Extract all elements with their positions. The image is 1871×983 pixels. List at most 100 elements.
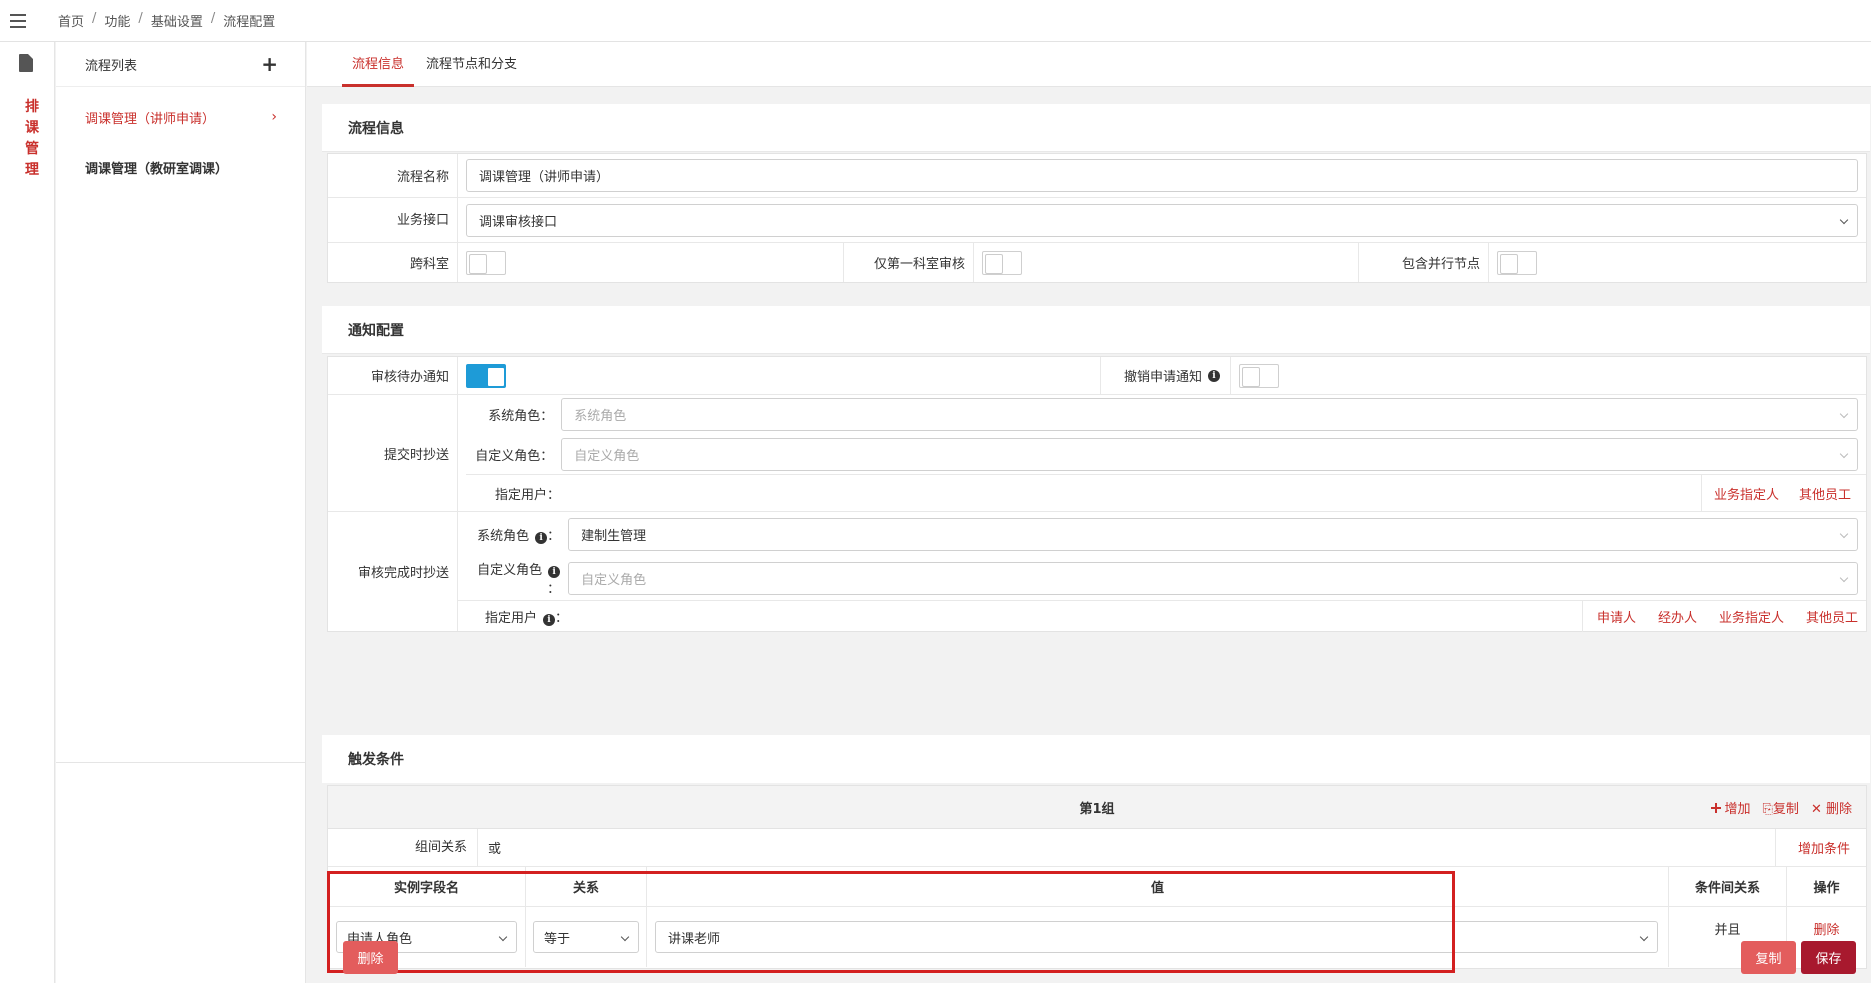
breadcrumb-current: 流程配置 bbox=[223, 15, 276, 30]
submit-sys-role-select[interactable]: 系统角色 bbox=[561, 398, 1858, 432]
other-staff-link[interactable]: 其他员工 bbox=[1806, 607, 1858, 626]
save-button[interactable]: 保存 bbox=[1801, 941, 1856, 974]
first-dept-label: 仅第一科室审核 bbox=[844, 243, 974, 282]
group-delete-button[interactable]: ✕ 删除 bbox=[1811, 798, 1852, 817]
group-delete-label: 删除 bbox=[1825, 801, 1852, 817]
group-relation-label: 组间关系 bbox=[328, 828, 478, 867]
cross-dept-toggle[interactable] bbox=[466, 250, 506, 275]
submit-sys-role-label: 系统角色： bbox=[488, 409, 554, 425]
group-relation-row: 组间关系 或 增加条件 bbox=[328, 828, 1866, 867]
document-icon[interactable] bbox=[19, 54, 33, 72]
rail-module-label[interactable]: 排课管理 bbox=[25, 97, 39, 181]
api-label: 业务接口 bbox=[328, 198, 458, 242]
tab-flow-info[interactable]: 流程信息 bbox=[342, 42, 415, 87]
done-sys-role-text: 系统角色 bbox=[477, 528, 530, 544]
breadcrumb-function[interactable]: 功能 bbox=[104, 11, 130, 30]
add-condition-cell: 增加条件 bbox=[1774, 828, 1866, 867]
form-row: 审核待办通知 撤销申请通知 i bbox=[328, 357, 1866, 395]
flow-info-form: 流程名称 调课管理（讲师申请） 业务接口 调课审核接口 跨科室 仅第一科室审核 … bbox=[327, 153, 1867, 283]
breadcrumb-settings[interactable]: 基础设置 bbox=[151, 11, 203, 30]
form-cell: 撤销申请通知 i bbox=[1100, 357, 1866, 394]
form-value bbox=[458, 243, 843, 282]
sub-row: 自定义角色 i： 自定义角色 bbox=[458, 556, 1866, 600]
add-condition-link[interactable]: 增加条件 bbox=[1798, 838, 1850, 857]
flow-list-item[interactable]: 调课管理（教研室调课） bbox=[56, 142, 305, 192]
group-copy-button[interactable]: ⎘复制 bbox=[1763, 798, 1799, 817]
group-add-button[interactable]: 增加 bbox=[1710, 798, 1751, 817]
flow-list-item-label: 调课管理（讲师申请） bbox=[85, 111, 216, 127]
form-value: 系统角色： 系统角色 自定义角色： 自定义角色 指定用户： 业务指定人 其他员工 bbox=[458, 395, 1866, 512]
api-select[interactable]: 调课审核接口 bbox=[466, 203, 1858, 237]
form-row: 业务接口 调课审核接口 bbox=[328, 198, 1866, 243]
flow-list-item[interactable]: 调课管理（讲师申请） › bbox=[56, 92, 305, 142]
condition-delete-link[interactable]: 删除 bbox=[1813, 919, 1839, 938]
cancel-notify-text: 撤销申请通知 bbox=[1123, 370, 1202, 385]
flow-name-input[interactable]: 调课管理（讲师申请） bbox=[466, 159, 1858, 192]
breadcrumb-separator: / bbox=[92, 11, 97, 26]
highlight-box bbox=[327, 871, 1455, 973]
submit-user-links: 业务指定人 其他员工 bbox=[1700, 474, 1866, 512]
sub-row: 自定义角色： 自定义角色 bbox=[458, 435, 1866, 475]
business-assignee-link[interactable]: 业务指定人 bbox=[1719, 607, 1784, 626]
business-assignee-link[interactable]: 业务指定人 bbox=[1714, 484, 1779, 503]
submit-cc-label: 提交时抄送 bbox=[328, 395, 458, 511]
add-flow-icon[interactable]: + bbox=[261, 52, 278, 76]
flow-list-panel: 流程列表 + 调课管理（讲师申请） › 调课管理（教研室调课） bbox=[56, 42, 306, 983]
info-icon[interactable]: i bbox=[535, 531, 548, 544]
col-between: 条件间关系 bbox=[1669, 867, 1787, 906]
copy-button[interactable]: 复制 bbox=[1741, 941, 1796, 974]
first-dept-toggle[interactable] bbox=[982, 250, 1022, 275]
tab-flow-nodes[interactable]: 流程节点和分支 bbox=[414, 42, 529, 87]
info-icon[interactable]: i bbox=[1208, 369, 1220, 382]
main-content: 流程信息 流程节点和分支 流程信息 流程名称 调课管理（讲师申请） 业务接口 调… bbox=[307, 42, 1871, 983]
form-row: 跨科室 仅第一科室审核 包含并行节点 bbox=[328, 243, 1866, 282]
section-trigger-title: 触发条件 bbox=[322, 735, 1870, 783]
group-relation-value[interactable]: 或 bbox=[478, 838, 1775, 857]
section-flow-info-title: 流程信息 bbox=[322, 104, 1870, 152]
form-value: 调课审核接口 bbox=[458, 198, 1866, 242]
other-staff-link[interactable]: 其他员工 bbox=[1799, 484, 1851, 503]
parallel-label: 包含并行节点 bbox=[1359, 243, 1489, 282]
tab-bar: 流程信息 流程节点和分支 bbox=[307, 42, 1871, 87]
sub-row: 指定用户： 业务指定人 其他员工 bbox=[466, 474, 1866, 512]
done-cc-label: 审核完成时抄送 bbox=[328, 512, 458, 631]
submit-custom-role-label: 自定义角色： bbox=[475, 448, 554, 464]
sub-row: 系统角色 i： 建制生管理 bbox=[458, 512, 1866, 556]
form-value bbox=[1489, 243, 1866, 282]
info-icon[interactable]: i bbox=[548, 566, 561, 578]
top-bar: 首页 / 功能 / 基础设置 / 流程配置 bbox=[0, 0, 1871, 42]
todo-notify-label: 审核待办通知 bbox=[328, 357, 458, 394]
menu-toggle-icon[interactable] bbox=[0, 0, 36, 42]
parallel-toggle[interactable] bbox=[1497, 250, 1537, 275]
module-rail: 排课管理 bbox=[0, 42, 55, 983]
form-row: 提交时抄送 系统角色： 系统角色 自定义角色： 自定义角色 指定用户： 业务指定… bbox=[328, 395, 1866, 512]
form-cell: 审核待办通知 bbox=[328, 357, 1100, 394]
form-value bbox=[974, 243, 1358, 282]
done-sys-role-select[interactable]: 建制生管理 bbox=[568, 517, 1858, 551]
cancel-notify-toggle[interactable] bbox=[1239, 363, 1279, 388]
notify-form: 审核待办通知 撤销申请通知 i 提交时抄送 系统角色： 系统角色 自定义角色： bbox=[327, 356, 1867, 632]
sub-row: 系统角色： 系统角色 bbox=[458, 395, 1866, 435]
submit-custom-role-select[interactable]: 自定义角色 bbox=[561, 437, 1858, 471]
list-divider bbox=[56, 762, 306, 763]
group-add-label: 增加 bbox=[1724, 801, 1751, 817]
done-custom-role-select[interactable]: 自定义角色 bbox=[568, 561, 1858, 595]
form-value bbox=[458, 357, 1100, 394]
close-icon: ✕ bbox=[1810, 801, 1822, 817]
group-header: 第1组 增加 ⎘复制 ✕ 删除 bbox=[328, 786, 1866, 829]
applicant-link[interactable]: 申请人 bbox=[1597, 607, 1636, 626]
info-icon[interactable]: i bbox=[542, 613, 555, 626]
section-title-text: 流程信息 bbox=[348, 120, 404, 137]
group-actions: 增加 ⎘复制 ✕ 删除 bbox=[1710, 798, 1852, 817]
done-sys-role-label: 系统角色 i： bbox=[477, 528, 561, 544]
section-title-text: 触发条件 bbox=[348, 752, 404, 768]
group-title: 第1组 bbox=[1079, 801, 1115, 817]
sub-row: 指定用户 i： 申请人 经办人 业务指定人 其他员工 bbox=[458, 600, 1866, 632]
section-title-text: 通知配置 bbox=[348, 322, 404, 339]
done-user-label: 指定用户 i： bbox=[484, 610, 568, 626]
done-custom-role-label: 自定义角色 i： bbox=[477, 563, 561, 597]
todo-notify-toggle[interactable] bbox=[466, 363, 506, 388]
delete-button[interactable]: 删除 bbox=[343, 941, 398, 974]
breadcrumb-home[interactable]: 首页 bbox=[58, 11, 84, 30]
handler-link[interactable]: 经办人 bbox=[1658, 607, 1697, 626]
